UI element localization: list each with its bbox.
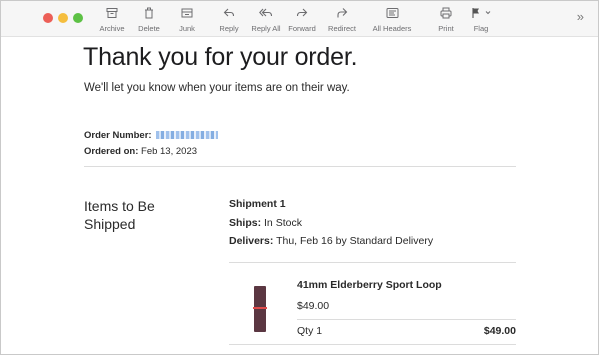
flag-icon	[467, 7, 495, 21]
reply-label: Reply	[219, 24, 239, 33]
divider	[229, 344, 516, 345]
forward-icon	[287, 7, 317, 21]
delete-button[interactable]: Delete	[136, 7, 162, 33]
ordered-on-value: Feb 13, 2023	[141, 146, 198, 157]
redirect-button[interactable]: Redirect	[326, 7, 358, 33]
divider	[297, 319, 516, 320]
all-headers-label: All Headers	[372, 24, 412, 33]
all-headers-icon	[370, 7, 414, 21]
minimize-window-button[interactable]	[58, 13, 68, 23]
forward-label: Forward	[288, 24, 316, 33]
forward-button[interactable]: Forward	[287, 7, 317, 33]
divider	[229, 262, 516, 263]
order-number-line: Order Number:	[84, 130, 219, 141]
ships-value: In Stock	[264, 217, 302, 229]
junk-label: Junk	[179, 24, 195, 33]
items-heading: Items to Be Shipped	[84, 198, 155, 232]
printer-icon	[434, 7, 458, 21]
delivers-line: Delivers: Thu, Feb 16 by Standard Delive…	[229, 235, 433, 247]
ships-line: Ships: In Stock	[229, 217, 302, 229]
print-label: Print	[438, 24, 454, 33]
flag-label: Flag	[473, 24, 489, 33]
all-headers-button[interactable]: All Headers	[370, 7, 414, 33]
close-window-button[interactable]	[43, 13, 53, 23]
page-title: Thank you for your order.	[83, 43, 358, 71]
ships-label: Ships:	[229, 217, 262, 229]
product-quantity: Qty 1	[297, 325, 323, 337]
mail-window: Archive Delete Junk Reply Reply All Forw…	[0, 0, 599, 355]
archive-icon	[98, 7, 126, 21]
order-number-label: Order Number:	[84, 130, 152, 141]
product-total: $49.00	[483, 325, 516, 337]
zoom-window-button[interactable]	[73, 13, 83, 23]
redirect-icon	[326, 7, 358, 21]
product-name[interactable]: 41mm Elderberry Sport Loop	[297, 279, 442, 291]
ordered-on-label: Ordered on:	[84, 146, 139, 157]
print-button[interactable]: Print	[434, 7, 458, 33]
flag-button[interactable]: Flag	[467, 7, 495, 33]
junk-button[interactable]: Junk	[174, 7, 200, 33]
reply-all-button[interactable]: Reply All	[249, 7, 283, 33]
reply-all-label: Reply All	[251, 24, 281, 33]
delivers-value: Thu, Feb 16 by Standard Delivery	[276, 235, 434, 247]
divider	[84, 166, 516, 167]
delete-label: Delete	[138, 24, 160, 33]
message-body: Thank you for your order. We'll let you …	[1, 37, 598, 354]
reply-button[interactable]: Reply	[215, 7, 243, 33]
order-number-redacted	[156, 131, 219, 139]
shipment-title: Shipment 1	[229, 198, 286, 210]
reply-all-icon	[249, 7, 283, 21]
junk-icon	[174, 7, 200, 21]
redirect-label: Redirect	[328, 24, 356, 33]
trash-icon	[136, 7, 162, 21]
product-price: $49.00	[297, 300, 330, 312]
toolbar: Archive Delete Junk Reply Reply All Forw…	[1, 1, 598, 37]
delivers-label: Delivers:	[229, 235, 274, 247]
product-image[interactable]	[253, 286, 267, 332]
archive-button[interactable]: Archive	[98, 7, 126, 33]
toolbar-overflow-button[interactable]: »	[577, 9, 584, 24]
archive-label: Archive	[99, 24, 125, 33]
reply-icon	[215, 7, 243, 21]
ordered-on-line: Ordered on: Feb 13, 2023	[84, 146, 197, 157]
subtitle-text: We'll let you know when your items are o…	[84, 82, 350, 94]
